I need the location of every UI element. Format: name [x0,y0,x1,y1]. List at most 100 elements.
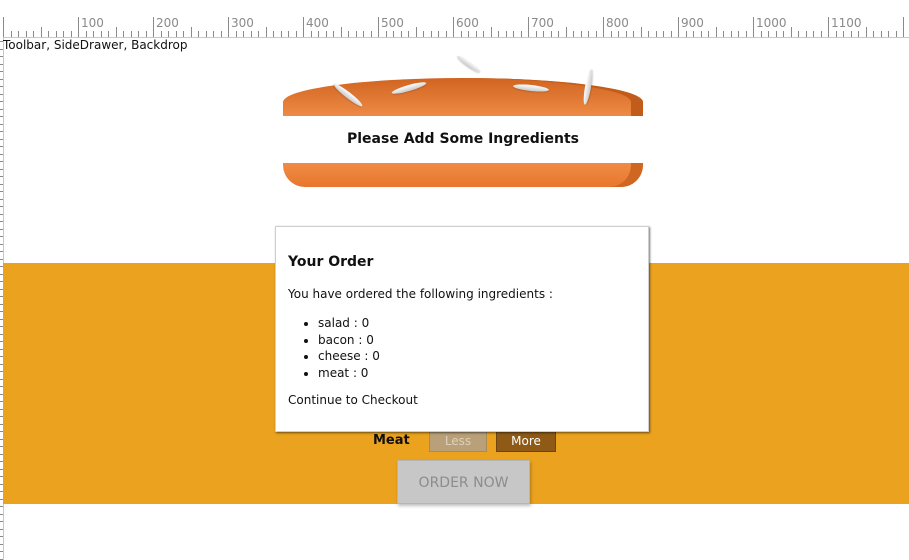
ruler-tick [415,27,417,37]
order-now-button[interactable]: ORDER NOW [397,460,530,504]
ruler-tick [648,31,649,37]
ruler-tick [663,31,664,37]
ruler-tick [190,27,192,37]
ruler-tick [0,536,3,537]
ruler-tick [640,27,642,37]
ruler-label: 900 [681,16,704,30]
ruler-label: 1000 [756,16,787,30]
ruler-tick [0,236,3,237]
ruler-tick [498,31,499,37]
ruler-tick [835,31,837,37]
ruler-tick [40,27,42,37]
ruler-tick [520,31,522,37]
ruler-tick [573,31,574,37]
ruler-tick [250,31,252,37]
ruler-tick [100,31,102,37]
ruler-label: 500 [381,16,404,30]
ruler-tick [0,213,3,215]
ruler-label: 200 [156,16,179,30]
ruler-tick [243,31,244,37]
ruler-tick [528,17,529,37]
ruler-tick [588,31,589,37]
ruler-tick [0,78,3,80]
ruler-tick [400,31,402,37]
ruler-tick [655,31,657,37]
ruler-tick [168,31,169,37]
ruler-tick [93,31,94,37]
ruler-tick [235,31,237,37]
ruler-tick [85,31,87,37]
sesame-seed [512,83,550,93]
ingredient-list: salad : 0 bacon : 0 cheese : 0 meat : 0 [288,315,380,381]
ruler-tick [813,31,814,37]
ruler-tick [618,31,619,37]
more-meat-button[interactable]: More [496,429,556,452]
ruler-tick [340,27,342,37]
ruler-tick [760,31,762,37]
ruler-label: 1100 [831,16,862,30]
ruler-tick [468,31,469,37]
ruler-tick [895,31,897,37]
ruler-tick [205,31,207,37]
ruler-tick [438,31,439,37]
ingredient-item-bacon: bacon : 0 [318,332,380,349]
ruler-tick [430,31,432,37]
ruler-tick [670,31,672,37]
ruler-tick [378,17,379,37]
ruler-tick [0,86,3,87]
ruler-tick [828,17,829,37]
ruler-tick [33,31,34,37]
ruler-tick [513,31,514,37]
ruler-tick [370,31,372,37]
ruler-tick [693,31,694,37]
ruler-label: 800 [606,16,629,30]
ruler-tick [175,31,177,37]
ruler-tick [490,27,492,37]
ruler-tick [3,17,4,37]
ruler-tick [408,31,409,37]
ruler-tick [0,56,3,57]
ruler-tick [873,31,874,37]
ruler-tick [0,221,3,222]
ruler-tick [423,31,424,37]
ruler-tick [0,168,3,170]
ruler-tick [0,258,3,260]
ruler-tick [0,116,3,117]
ingredient-item-cheese: cheese : 0 [318,348,380,365]
ruler-tick [738,31,739,37]
ruler-tick [0,558,3,560]
ruler-tick [25,31,27,37]
sesame-seed [390,80,428,96]
ruler-tick [708,31,709,37]
ruler-tick [0,528,3,530]
ruler-tick [355,31,357,37]
ruler-tick [318,31,319,37]
ruler-tick [363,31,364,37]
ruler-tick [393,31,394,37]
less-meat-button[interactable]: Less [429,429,487,452]
bread-bottom [283,163,643,187]
ruler-tick [775,31,777,37]
ruler-tick [0,506,3,507]
ruler-label: 600 [456,16,479,30]
ruler-tick [0,101,3,102]
sesame-seed [581,68,595,106]
ruler-tick [63,31,64,37]
ruler-tick [0,63,3,65]
ruler-tick [633,31,634,37]
ruler-tick [0,123,3,125]
ruler-tick [880,31,882,37]
ruler-tick [0,198,3,200]
ruler-tick [0,146,3,147]
ruler-tick [0,161,3,162]
ruler-tick [0,251,3,252]
ruler-tick [723,31,724,37]
ruler-tick [325,31,327,37]
ruler-tick [790,27,792,37]
ruler-tick [130,31,132,37]
ruler-tick [0,206,3,207]
ruler-tick [460,31,462,37]
modal-intro-text: You have ordered the following ingredien… [288,287,553,301]
ruler-tick [108,31,109,37]
ruler-tick [543,31,544,37]
